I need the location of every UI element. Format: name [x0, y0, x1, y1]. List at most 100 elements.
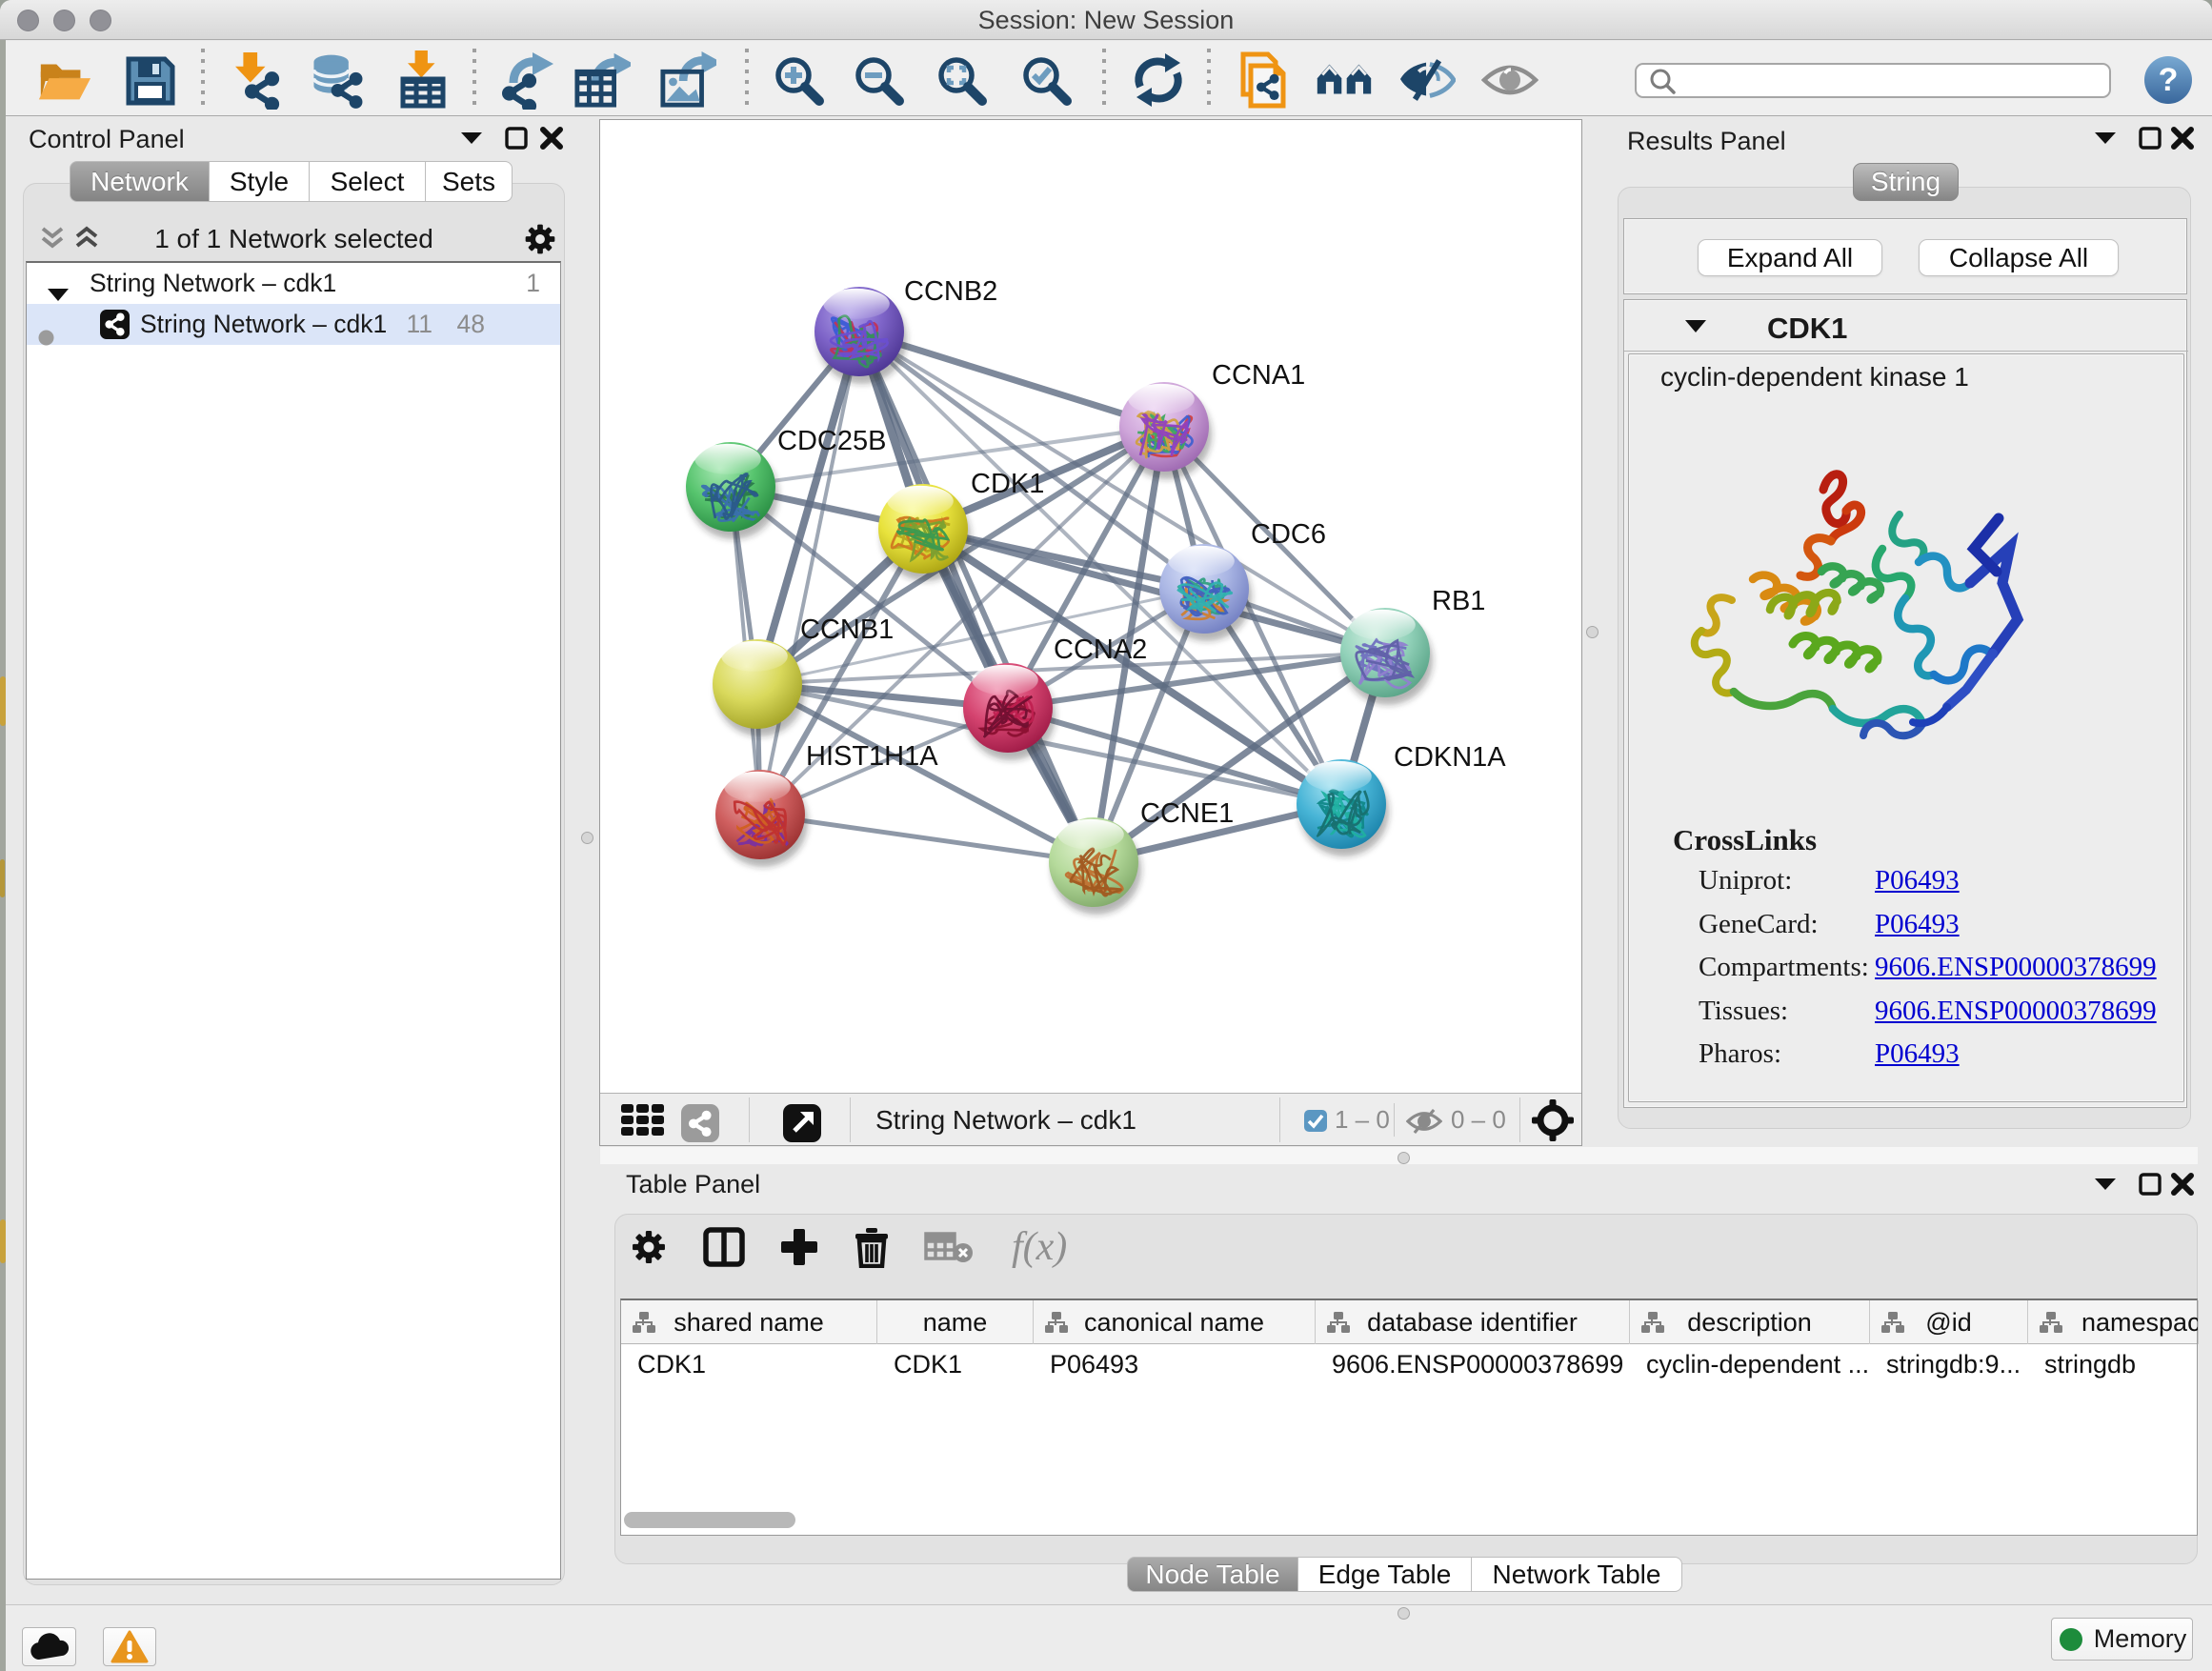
control-tab-select[interactable]: Select — [310, 161, 426, 202]
node-label: CDKN1A — [1394, 742, 1506, 773]
crosslink-value[interactable]: P06493 — [1875, 1038, 1960, 1070]
table-tab-edge-table[interactable]: Edge Table — [1298, 1557, 1472, 1592]
network-tree: String Network – cdk1 1 String Network –… — [26, 261, 561, 1580]
control-panel-menu-button[interactable] — [455, 122, 488, 154]
save-session-button[interactable] — [121, 51, 178, 109]
horizontal-scrollbar[interactable] — [624, 1512, 795, 1528]
column-header-canonical-name[interactable]: canonical name — [1034, 1300, 1316, 1344]
network-row[interactable]: String Network – cdk1 11 48 — [27, 304, 560, 345]
network-node-CCNA1[interactable]: CCNA1 — [1119, 360, 1305, 479]
zoom-in-button[interactable] — [770, 51, 827, 109]
grid3-icon — [621, 1104, 665, 1137]
network-node-CDKN1A[interactable]: CDKN1A — [1297, 742, 1506, 856]
network-node-CDC25B[interactable]: CDC25B — [686, 426, 886, 539]
netbar-separator — [1394, 1103, 1395, 1137]
splitter-handle-horizontal[interactable] — [1398, 1152, 1410, 1164]
delete-table-icon[interactable] — [924, 1230, 974, 1269]
search-input[interactable] — [1684, 67, 2109, 95]
delete-column-icon[interactable] — [854, 1226, 890, 1273]
crosslink-value[interactable]: 9606.ENSP00000378699 — [1875, 996, 2157, 1027]
import-network-button[interactable] — [226, 51, 283, 109]
export-image-button[interactable] — [659, 51, 716, 109]
import-table-button[interactable] — [393, 51, 451, 109]
warnings-button[interactable] — [103, 1627, 156, 1666]
column-header-shared-name[interactable]: shared name — [621, 1300, 877, 1344]
selected-checkbox-icon[interactable] — [1304, 1110, 1327, 1137]
table-cell[interactable]: P06493 — [1050, 1344, 1313, 1385]
results-panel-close-button[interactable] — [2166, 122, 2199, 154]
center-view-button[interactable] — [1532, 1099, 1574, 1146]
green-dot-icon — [2058, 1626, 2084, 1653]
results-panel-menu-button[interactable] — [2089, 122, 2122, 154]
export-network-button[interactable] — [496, 51, 553, 109]
export-badge-icon — [783, 1104, 821, 1142]
zoom-selected-icon — [1018, 52, 1074, 108]
network-canvas[interactable]: CCNB2 CCNA1 CDC25B CDK1 CDC6 — [600, 120, 1581, 1093]
copy-network-button[interactable] — [1235, 51, 1292, 109]
zoom-selected-button[interactable] — [1017, 51, 1075, 109]
hidden-eye-slash-icon[interactable] — [1406, 1107, 1442, 1140]
table-cell[interactable]: 9606.ENSP00000378699 — [1332, 1344, 1627, 1385]
splitter-handle-left[interactable] — [581, 832, 593, 844]
network-share-button[interactable] — [681, 1104, 719, 1147]
table-cell[interactable]: stringdb — [2044, 1344, 2196, 1385]
table-panel-menu-button[interactable] — [2089, 1168, 2122, 1200]
column-header-name[interactable]: name — [877, 1300, 1034, 1344]
import-network-database-button[interactable] — [309, 51, 366, 109]
network-node-RB1[interactable]: RB1 — [1340, 586, 1485, 705]
column-header--id[interactable]: @id — [1870, 1300, 2028, 1344]
show-column-panel-icon[interactable] — [703, 1227, 745, 1272]
network-node-CCNE1[interactable]: CCNE1 — [1049, 798, 1234, 915]
open-session-button[interactable] — [35, 51, 92, 109]
crosslink-value[interactable]: 9606.ENSP00000378699 — [1875, 952, 2157, 983]
network-options-gear-icon[interactable] — [522, 221, 558, 262]
add-column-icon[interactable] — [779, 1227, 819, 1272]
table-tab-node-table[interactable]: Node Table — [1127, 1557, 1298, 1592]
zoom-fit-button[interactable] — [933, 51, 990, 109]
refresh-layout-button[interactable] — [1130, 51, 1187, 109]
node-label: CDK1 — [971, 469, 1044, 499]
crosslink-value[interactable]: P06493 — [1875, 865, 1960, 896]
table-toolbar: f(x) — [629, 1227, 1082, 1271]
column-header-namespace[interactable]: namespace — [2028, 1300, 2199, 1344]
network-overview-button[interactable] — [1316, 51, 1373, 109]
import-database-icon — [309, 50, 366, 110]
table-panel-float-button[interactable] — [2134, 1168, 2166, 1200]
column-header-description[interactable]: description — [1630, 1300, 1870, 1344]
table-cell[interactable]: CDK1 — [894, 1344, 1031, 1385]
results-panel-float-button[interactable] — [2134, 122, 2166, 154]
control-panel-float-button[interactable] — [500, 122, 533, 154]
column-header-database-identifier[interactable]: database identifier — [1316, 1300, 1630, 1344]
table-tab-network-table[interactable]: Network Table — [1472, 1557, 1682, 1592]
cloud-status-button[interactable] — [22, 1627, 76, 1666]
zoom-out-button[interactable] — [850, 51, 907, 109]
control-tab-network[interactable]: Network — [70, 161, 210, 202]
control-panel-close-button[interactable] — [535, 122, 568, 154]
control-tab-style[interactable]: Style — [210, 161, 310, 202]
memory-button[interactable]: Memory — [2051, 1618, 2193, 1661]
table-cell[interactable]: stringdb:9... — [1886, 1344, 2025, 1385]
splitter-handle-right[interactable] — [1586, 626, 1599, 638]
entry-collapse-icon[interactable] — [1683, 317, 1708, 341]
table-options-gear-icon[interactable] — [629, 1227, 669, 1272]
export-table-button[interactable] — [573, 51, 631, 109]
network-collection-row[interactable]: String Network – cdk1 1 — [27, 263, 560, 304]
table-panel-close-button[interactable] — [2166, 1168, 2199, 1200]
help-button[interactable]: ? — [2140, 51, 2197, 109]
birds-eye-view-button[interactable] — [621, 1104, 665, 1141]
collapse-all-button[interactable]: Collapse All — [1919, 239, 2119, 276]
show-all-button[interactable] — [1481, 51, 1538, 109]
export-view-button[interactable] — [783, 1104, 821, 1147]
crosslink-value[interactable]: P06493 — [1875, 909, 1960, 940]
tab-string[interactable]: String — [1853, 163, 1959, 201]
control-tab-sets[interactable]: Sets — [426, 161, 513, 202]
function-builder-icon[interactable]: f(x) — [1008, 1225, 1082, 1274]
table-cell[interactable]: cyclin-dependent ... — [1646, 1344, 1867, 1385]
splitter-handle-bottom[interactable] — [1398, 1607, 1410, 1620]
title-bar: Session: New Session — [0, 0, 2212, 40]
hide-selected-button[interactable] — [1398, 51, 1456, 109]
network-node-HIST1H1A[interactable]: HIST1H1A — [715, 741, 938, 867]
crosslink-label: Tissues: — [1699, 996, 1788, 1026]
table-cell[interactable]: CDK1 — [637, 1344, 875, 1385]
expand-all-button[interactable]: Expand All — [1698, 239, 1882, 276]
